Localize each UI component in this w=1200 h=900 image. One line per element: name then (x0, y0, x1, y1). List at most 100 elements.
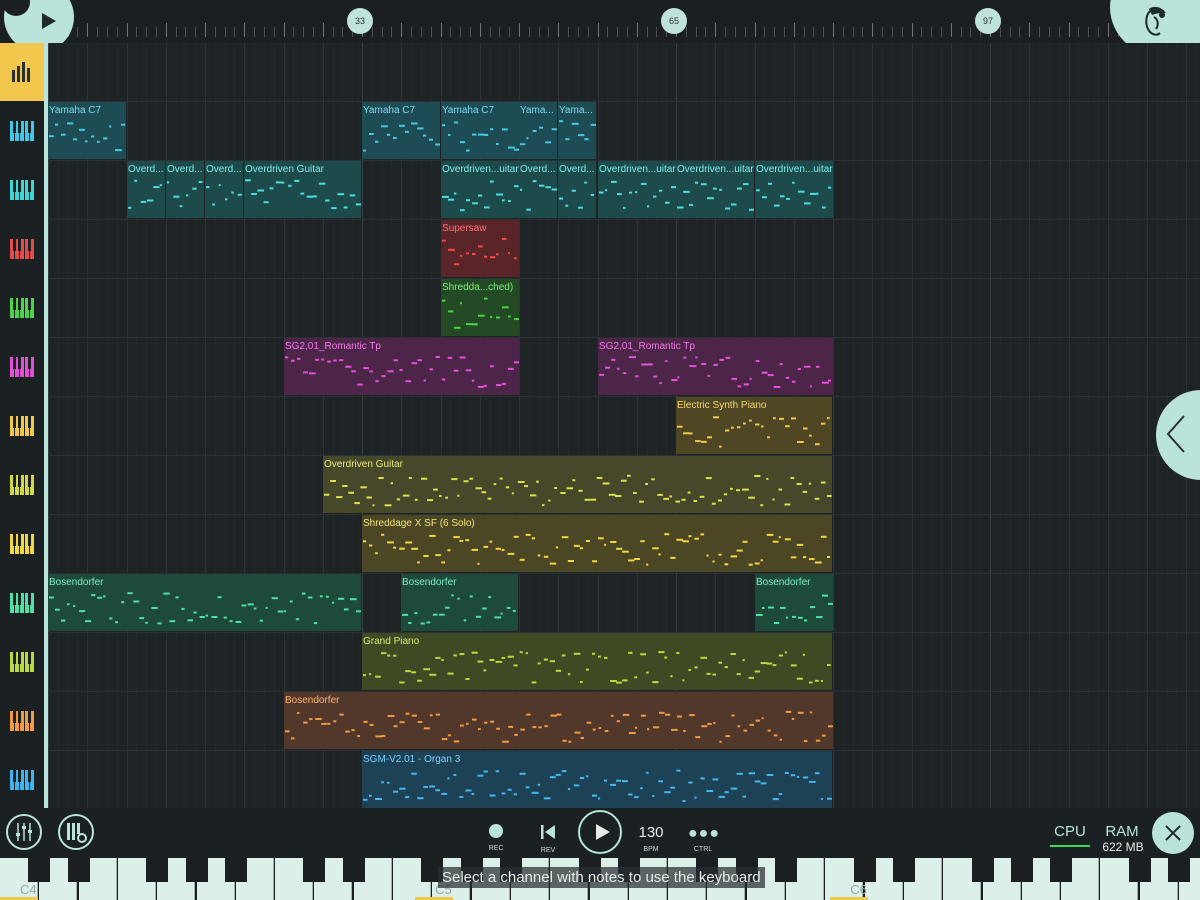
pattern-clip[interactable]: Electric Synth Piano (676, 397, 832, 454)
black-key[interactable] (1050, 858, 1073, 882)
black-key[interactable] (185, 858, 208, 882)
track-header[interactable] (0, 750, 44, 809)
black-key[interactable] (1010, 858, 1033, 882)
play-button[interactable] (578, 810, 622, 854)
ruler-tick (617, 27, 619, 37)
black-key[interactable] (303, 858, 326, 882)
ruler-tick (577, 27, 579, 37)
instrument-settings-button[interactable] (58, 814, 94, 850)
pattern-clip[interactable]: Bosendorfer (755, 574, 833, 631)
pattern-clip[interactable]: Overd... (127, 161, 165, 218)
pattern-clip[interactable]: Yama... (558, 102, 596, 159)
clip-area[interactable]: Yamaha C7 Yamaha C7 Yamaha C7 Yama... Yama..… (48, 43, 1200, 808)
ruler-tick (793, 23, 795, 37)
note-preview (49, 592, 361, 625)
timeline-ruler[interactable]: 33 65 97 (0, 0, 1200, 45)
track-header[interactable] (0, 691, 44, 750)
note-preview (324, 474, 832, 507)
pattern-clip[interactable]: Overdriven...uitar (441, 161, 519, 218)
black-key[interactable] (853, 858, 876, 882)
ruler-tick (695, 27, 697, 37)
track-header[interactable] (0, 455, 44, 514)
pattern-clip[interactable]: Grand Piano (362, 633, 832, 690)
track-header[interactable] (0, 337, 44, 396)
ruler-tick (77, 27, 79, 37)
record-button[interactable]: REC (482, 814, 510, 852)
octave-label: C4 (20, 882, 37, 897)
pattern-clip[interactable]: Overdriven...uitar (676, 161, 754, 218)
tempo-value[interactable]: 130 (632, 824, 670, 841)
ruler-tick (146, 27, 148, 37)
ruler-tick (538, 27, 540, 37)
piano-keys-icon (10, 474, 34, 495)
playlist-grid[interactable]: Yamaha C7 Yamaha C7 Yamaha C7 Yama... Yama..… (48, 43, 1200, 808)
ruler-tick (411, 27, 413, 37)
ruler-tick (499, 27, 501, 37)
ruler-tick (312, 27, 314, 37)
black-key[interactable] (28, 858, 51, 882)
pattern-clip[interactable]: Yamaha C7 (441, 102, 519, 159)
rewind-button[interactable]: REV (534, 814, 562, 854)
mixer-button[interactable] (6, 814, 42, 850)
pattern-clip[interactable]: Bosendorfer (284, 692, 833, 749)
ruler-tick (254, 27, 256, 37)
pattern-clip[interactable]: Overd... (205, 161, 243, 218)
pattern-clip[interactable]: Yama... (519, 102, 557, 159)
black-key[interactable] (971, 858, 994, 882)
ruler-tick (803, 27, 805, 37)
ruler-tick (332, 27, 334, 37)
track-header[interactable] (0, 573, 44, 632)
pattern-clip[interactable]: Overdriven Guitar (244, 161, 361, 218)
ruler-tick (1048, 27, 1050, 37)
track-header[interactable] (0, 101, 44, 160)
note-preview (559, 181, 594, 209)
track-header[interactable] (0, 160, 44, 219)
track-header[interactable] (0, 278, 44, 337)
ruler-tick (165, 23, 167, 37)
black-key[interactable] (775, 858, 797, 882)
pattern-clip[interactable]: Shreddage X SF (6 Solo) (362, 515, 832, 572)
pattern-clip[interactable]: Yamaha C7 (362, 102, 440, 159)
pattern-clip[interactable]: Overdriven Guitar (323, 456, 832, 513)
pattern-clip[interactable]: Overdriven...uitar (598, 161, 676, 218)
pattern-clip[interactable]: Overd... (166, 161, 204, 218)
black-key[interactable] (224, 858, 247, 882)
black-key[interactable] (892, 858, 915, 882)
close-icon[interactable] (1152, 812, 1194, 854)
ruler-tick (1029, 23, 1031, 37)
pattern-clip[interactable]: SGM-V2.01 - Organ 3 (362, 751, 832, 808)
transport-bar: REC REV 130 BPM ●●● CTRL CPU RAM 622 MB (0, 808, 1200, 858)
black-key[interactable] (67, 858, 90, 882)
black-key[interactable] (146, 858, 169, 882)
black-key[interactable] (1128, 858, 1151, 882)
pattern-clip[interactable]: Bosendorfer (401, 574, 518, 631)
more-dots-icon[interactable]: ●●● (688, 825, 719, 843)
track-header[interactable] (0, 514, 44, 573)
track-header[interactable] (0, 219, 44, 278)
pattern-clip[interactable]: Yamaha C7 (48, 102, 126, 159)
pattern-clip[interactable]: Overdriven...uitar (755, 161, 833, 218)
ruler-tick (931, 27, 933, 37)
bar-marker-33[interactable]: 33 (347, 8, 373, 34)
pattern-clip[interactable]: SG2,01_Romantic Tp (284, 338, 519, 395)
pattern-clip[interactable]: SG2,01_Romantic Tp (598, 338, 833, 395)
note-preview (363, 533, 831, 566)
ruler-tick (234, 27, 236, 37)
black-key[interactable] (1168, 858, 1190, 882)
play-icon (42, 13, 56, 29)
black-key[interactable] (342, 858, 365, 882)
ruler-tick (911, 23, 913, 37)
ruler-tick (705, 27, 707, 37)
bar-marker-65[interactable]: 65 (661, 8, 687, 34)
track-header[interactable] (0, 396, 44, 455)
pattern-picker-button[interactable] (0, 43, 44, 101)
pattern-clip[interactable]: Shredda...ched) (441, 279, 519, 336)
tempo-label: BPM (643, 846, 659, 853)
ruler-tick (715, 23, 717, 37)
bar-marker-97[interactable]: 97 (975, 8, 1001, 34)
pattern-clip[interactable]: Supersaw (441, 220, 519, 277)
track-header[interactable] (0, 632, 44, 691)
pattern-clip[interactable]: Overd... (519, 161, 557, 218)
pattern-clip[interactable]: Bosendorfer (48, 574, 361, 631)
pattern-clip[interactable]: Overd... (558, 161, 596, 218)
